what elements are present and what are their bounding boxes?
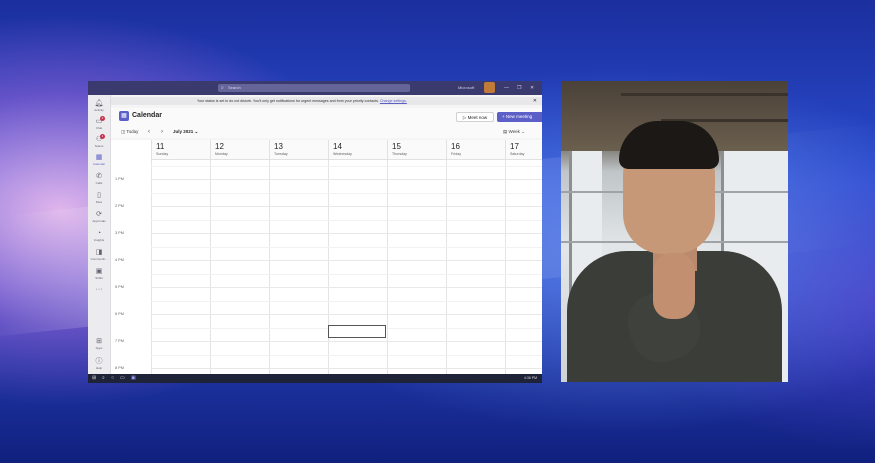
apps-icon: ⊞ <box>96 338 102 345</box>
avatar[interactable] <box>484 82 495 93</box>
hour-line <box>151 260 542 261</box>
half-hour-line <box>151 220 542 221</box>
chevron-right-icon[interactable]: › <box>161 126 163 138</box>
notice-text: Your status is set to do not disturb. Yo… <box>197 99 379 103</box>
rail-more-icon[interactable]: ··· <box>88 285 110 301</box>
rail-item-shifts[interactable]: ▣ Shifts <box>88 267 110 283</box>
time-label: 8 PM <box>115 366 124 370</box>
calendar-header: ▦ Calendar ▷ Meet now + New meeting ⌄ <box>111 108 542 126</box>
minimize-icon[interactable]: — <box>504 84 509 92</box>
communities-icon: ◨ <box>95 249 103 256</box>
shifts-icon: ▣ <box>95 268 103 275</box>
day-header[interactable]: 17 Saturday <box>505 140 542 160</box>
maximize-icon[interactable]: ❐ <box>517 84 521 92</box>
half-hour-line <box>151 247 542 248</box>
taskbar-clock: 4:36 PM <box>523 376 537 380</box>
close-icon[interactable]: ✕ <box>530 84 534 92</box>
hour-line <box>151 179 542 180</box>
view-selector[interactable]: ▤ Week ⌄ <box>503 126 525 138</box>
task-view-icon[interactable]: ○ <box>111 374 114 383</box>
time-label: 7 PM <box>115 339 124 343</box>
rail-item-calendar[interactable]: ▦ Calendar <box>88 153 110 169</box>
day-header[interactable]: 11 Sunday <box>151 140 210 160</box>
teams-taskbar-icon[interactable]: ▣ <box>131 374 136 383</box>
hour-line <box>151 287 542 288</box>
teams-badge: 1 <box>100 134 105 139</box>
rail-item-apps[interactable]: ⊞ Apps <box>88 337 110 353</box>
webcam-feed <box>561 81 788 382</box>
page-title: Calendar <box>132 112 162 119</box>
rail-item-activity[interactable]: 🔔︎ Activity <box>88 99 110 115</box>
half-hour-line <box>151 274 542 275</box>
chevron-left-icon[interactable]: ‹ <box>148 126 150 138</box>
meet-now-button[interactable]: ▷ Meet now <box>456 112 494 122</box>
rail-item-teams[interactable]: 1 ⚇ Teams <box>88 134 110 151</box>
calendar-icon: ▦ <box>119 111 129 121</box>
hour-line <box>151 341 542 342</box>
rail-item-help[interactable]: ⓘ Help <box>88 357 110 373</box>
hour-line <box>151 233 542 234</box>
start-icon[interactable]: ⊞ <box>92 374 96 383</box>
windows-taskbar: ⊞ ⌕ ○ ▭ ▣ 4:36 PM <box>88 374 542 383</box>
change-settings-link[interactable]: Change settings. <box>380 99 407 103</box>
time-label: 1 PM <box>115 177 124 181</box>
app-rail: 🔔︎ Activity 2 ▭ Chat 1 ⚇ Teams ▦ Calenda… <box>88 95 111 375</box>
teams-window: ⌕ Search Microsoft — ❐ ✕ 🔔︎ Activity 2 ▭… <box>88 81 542 383</box>
hour-line <box>151 314 542 315</box>
rail-item-communities[interactable]: ◨ Communiti... <box>88 248 110 264</box>
day-header[interactable]: 15 Thursday <box>387 140 446 160</box>
half-hour-line <box>151 193 542 194</box>
new-meeting-button[interactable]: + New meeting ⌄ <box>497 112 542 122</box>
bell-icon: 🔔︎ <box>94 100 104 107</box>
month-picker[interactable]: July 2021 ⌄ <box>173 126 198 138</box>
search-placeholder: Search <box>228 85 241 90</box>
time-label: 5 PM <box>115 285 124 289</box>
calendar-toolbar: ◫ Today ‹ › July 2021 ⌄ ▤ Week ⌄ <box>111 126 542 138</box>
file-explorer-icon[interactable]: ▭ <box>120 374 125 383</box>
insights-icon: ◔ <box>96 230 102 237</box>
search-icon: ⌕ <box>221 85 224 91</box>
files-icon: ▯ <box>97 192 101 199</box>
search-icon[interactable]: ⌕ <box>102 374 105 383</box>
search-input[interactable]: ⌕ Search <box>218 84 410 92</box>
half-hour-line <box>151 166 542 167</box>
approvals-icon: ⟳ <box>96 211 102 218</box>
week-grid[interactable]: 11 Sunday 12 Monday 13 Tuesday 14 Wednesday … <box>111 140 542 376</box>
phone-icon: ✆ <box>96 173 102 180</box>
rail-item-insights[interactable]: ◔ Insights <box>88 229 110 245</box>
time-label: 6 PM <box>115 312 124 316</box>
rail-item-calls[interactable]: ✆ Calls <box>88 172 110 188</box>
calendar-icon: ▦ <box>95 154 103 161</box>
half-hour-line <box>151 301 542 302</box>
ceiling-beam <box>621 93 788 96</box>
rail-item-chat[interactable]: 2 ▭ Chat <box>88 116 110 133</box>
person-hand <box>653 253 695 319</box>
day-header[interactable]: 13 Tuesday <box>269 140 328 160</box>
help-icon: ⓘ <box>95 358 103 365</box>
hour-line <box>151 206 542 207</box>
chat-icon: ▭ <box>95 118 103 125</box>
time-label: 3 PM <box>115 231 124 235</box>
time-label: 2 PM <box>115 204 124 208</box>
chat-badge: 2 <box>100 116 105 121</box>
hour-line <box>151 368 542 369</box>
day-header[interactable]: 16 Friday <box>446 140 505 160</box>
selected-time-slot[interactable] <box>328 325 386 338</box>
person-hair <box>619 121 719 169</box>
close-icon[interactable]: ✕ <box>533 97 537 105</box>
day-header[interactable]: 14 Wednesday <box>328 140 387 160</box>
day-header[interactable]: 12 Monday <box>210 140 269 160</box>
rail-item-files[interactable]: ▯ Files <box>88 191 110 207</box>
org-name: Microsoft <box>458 85 475 90</box>
status-notice-banner: Your status is set to do not disturb. Yo… <box>111 97 542 105</box>
half-hour-line <box>151 355 542 356</box>
teams-icon: ⚇ <box>95 136 103 143</box>
time-label: 4 PM <box>115 258 124 262</box>
title-bar: ⌕ Search Microsoft — ❐ ✕ <box>88 81 542 95</box>
rail-item-approvals[interactable]: ⟳ Approvals <box>88 210 110 226</box>
today-button[interactable]: ◫ Today <box>121 126 138 138</box>
